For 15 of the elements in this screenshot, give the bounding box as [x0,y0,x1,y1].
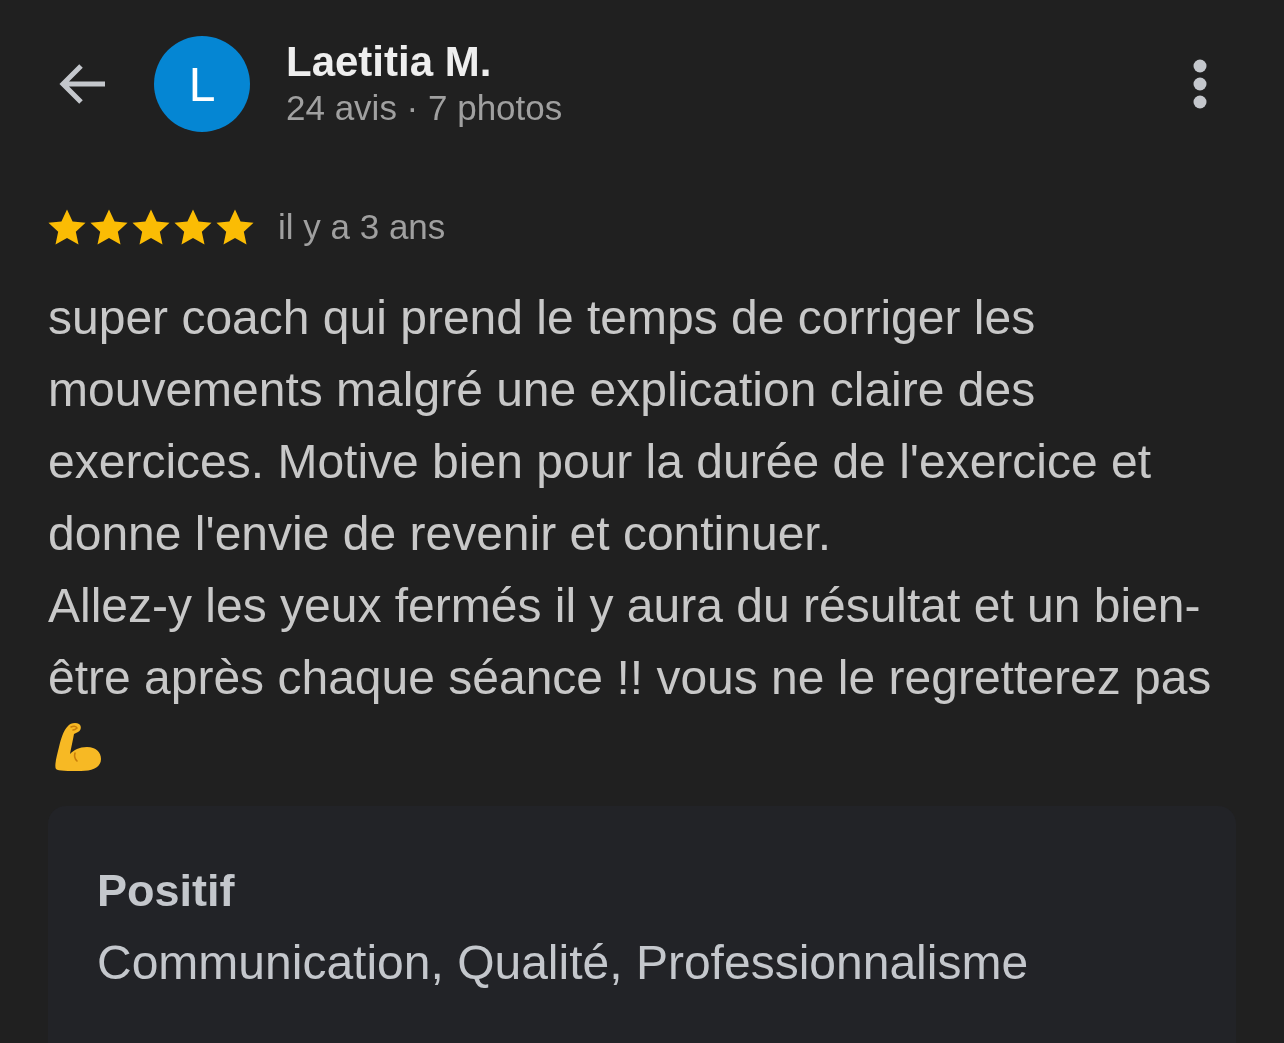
star-icon [132,209,170,245]
highlights-text: Communication, Qualité, Professionnalisme [97,935,1029,991]
star-icon [90,209,128,245]
star-icon [48,209,86,245]
review-text: super coach qui prend le temps de corriger les mouvements malgré une explication claire des exercices. Motive bien pour la durée de l'exercice et donne l'envie de revenir et continuer. Allez-y les yeux fermés il y aura du résultat et un bien-être après chaque séance !! vous ne le regretterez pas [48,290,1213,706]
back-arrow-icon [59,62,107,106]
highlights-title: Positif [97,864,235,918]
star-icon [174,209,212,245]
star-icon [216,209,254,245]
reviewer-name: Laetitia M. [286,38,492,86]
review-time: il y a 3 ans [278,207,446,247]
menu-icon [1193,59,1207,109]
more-options-button[interactable] [1193,59,1207,109]
avatar: L [154,36,250,132]
reviewer-stats: 24 avis · 7 photos [286,87,563,129]
